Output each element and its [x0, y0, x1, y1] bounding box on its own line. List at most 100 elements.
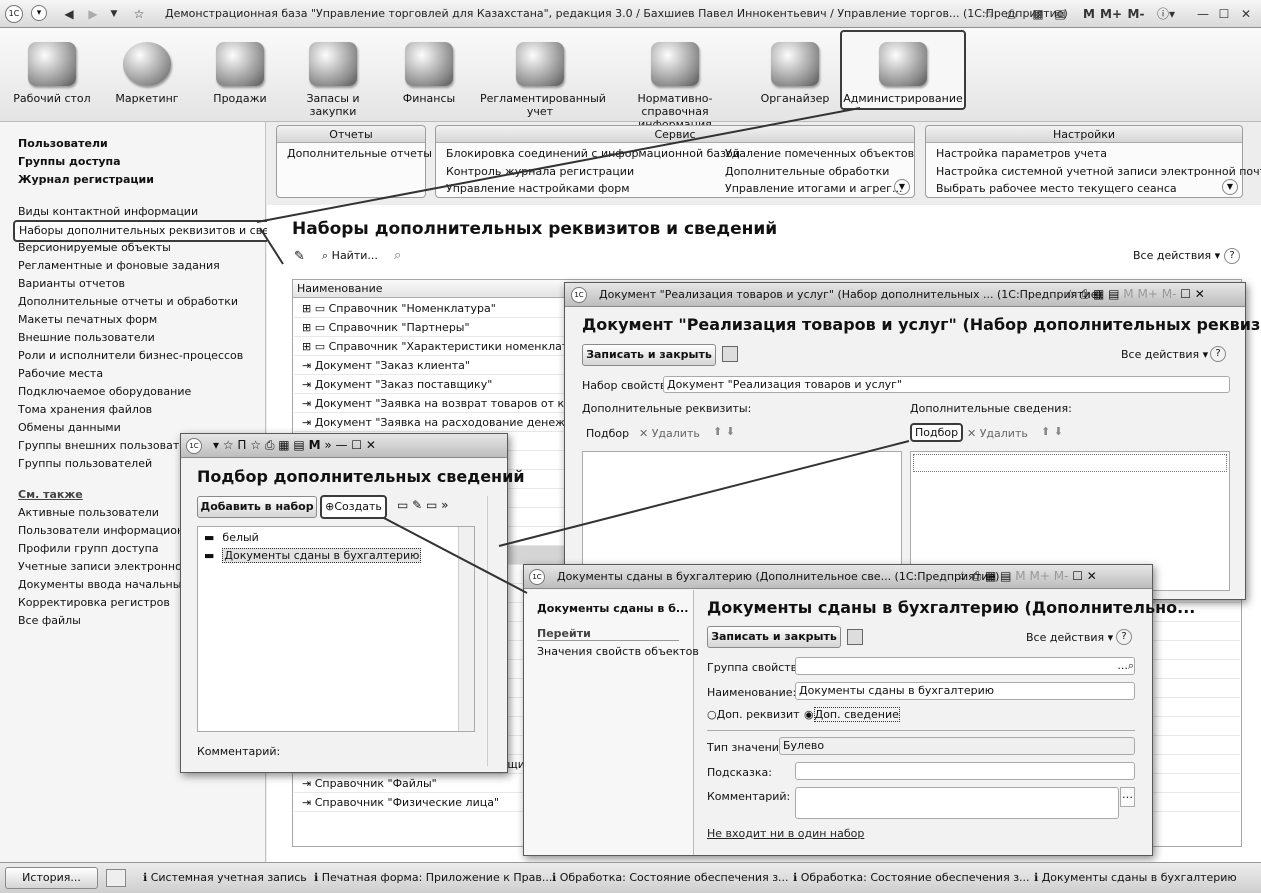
- not-in-set-link[interactable]: Не входит ни в один набор: [707, 827, 864, 840]
- expand-icon[interactable]: ▼: [1222, 179, 1238, 195]
- scroll-area[interactable]: [487, 496, 499, 766]
- forward-icon[interactable]: ▶: [84, 4, 102, 24]
- panel-link[interactable]: Управление итогами и агрег...: [725, 182, 902, 195]
- window-controls[interactable]: ▾ ☆ П ☆ ⎙ ▦ ▤ M » — ☐ ✕: [213, 438, 376, 453]
- panel-link[interactable]: Блокировка соединений с информационной б…: [446, 147, 740, 160]
- taskbar-item[interactable]: ℹ Документы сданы в бухгалтерию: [1034, 871, 1237, 884]
- nav-item[interactable]: Варианты отчетов: [18, 275, 125, 293]
- comment-expand-button[interactable]: …: [1120, 787, 1135, 807]
- list-item-selected[interactable]: ▬ Документы сданы в бухгалтерию: [204, 548, 422, 563]
- find-button[interactable]: ⌕ Найти...: [322, 249, 378, 263]
- help-icon[interactable]: ?: [1210, 346, 1226, 362]
- toolbar-icons[interactable]: ▭ ✎ ▭ »: [397, 498, 449, 512]
- nav-item[interactable]: Роли и исполнители бизнес-процессов: [18, 347, 243, 365]
- memory-mminus-button[interactable]: M-: [1125, 4, 1147, 24]
- scrollbar[interactable]: [458, 527, 474, 731]
- pick-button[interactable]: Подбор: [586, 427, 629, 440]
- memory-mplus-button[interactable]: M+: [1100, 4, 1122, 24]
- all-actions-button[interactable]: Все действия ▾: [1026, 631, 1113, 644]
- help-icon[interactable]: ?: [1224, 248, 1240, 264]
- see-also-item[interactable]: Пользователи информационной: [18, 522, 205, 540]
- group-field[interactable]: ...⌕: [795, 657, 1135, 675]
- nav-item[interactable]: Тома хранения файлов: [18, 401, 152, 419]
- taskbar-item[interactable]: ℹ Обработка: Состояние обеспечения з...: [552, 871, 789, 884]
- nav-item[interactable]: Группы пользователей: [18, 455, 152, 473]
- section-stock[interactable]: Запасы и закупки: [288, 42, 378, 118]
- comment-field[interactable]: [795, 787, 1119, 819]
- nav-access-groups[interactable]: Группы доступа: [18, 153, 121, 171]
- nav-item[interactable]: Группы внешних пользователей: [18, 437, 207, 455]
- section-regulated[interactable]: Регламентированный учет: [480, 42, 606, 118]
- nav-users[interactable]: Пользователи: [18, 135, 108, 153]
- nav-item[interactable]: Дополнительные отчеты и обработки: [18, 293, 238, 311]
- move-up-icon[interactable]: ⬆ ⬇: [713, 425, 735, 438]
- back-icon[interactable]: ◀: [60, 4, 78, 24]
- section-desktop[interactable]: Рабочий стол: [7, 42, 97, 105]
- taskbar-item[interactable]: ℹ Обработка: Состояние обеспечения з...: [793, 871, 1030, 884]
- calculator-icon[interactable]: ▦: [1030, 4, 1046, 24]
- favorites-star-icon[interactable]: ☆: [130, 4, 148, 24]
- nav-link[interactable]: Значения свойств объектов: [537, 645, 699, 658]
- nav-item[interactable]: Версионируемые объекты: [18, 239, 171, 257]
- delete-button[interactable]: ✕ Удалить: [967, 427, 1028, 440]
- see-also-item[interactable]: Профили групп доступа: [18, 540, 159, 558]
- radio-requisite[interactable]: ○Доп. реквизит: [707, 708, 800, 721]
- window-controls[interactable]: ☆ ⎙ ▦ ▤ M M+ M- ☐ ✕: [957, 569, 1097, 584]
- close-icon[interactable]: ✕: [1238, 4, 1254, 24]
- history-button[interactable]: История...: [5, 867, 98, 889]
- minimize-icon[interactable]: —: [1195, 4, 1211, 24]
- save-close-button[interactable]: Записать и закрыть: [582, 344, 716, 366]
- see-also-item[interactable]: Корректировка регистров: [18, 594, 170, 612]
- nav-title[interactable]: Документы сданы в б...: [537, 602, 688, 615]
- windows-icon[interactable]: [106, 869, 126, 887]
- see-also-item[interactable]: Активные пользователи: [18, 504, 159, 522]
- nav-item[interactable]: Макеты печатных форм: [18, 311, 157, 329]
- info-icon[interactable]: ⓘ▾: [1155, 4, 1177, 24]
- set-field[interactable]: Документ "Реализация товаров и услуг": [663, 376, 1230, 393]
- nav-item[interactable]: Внешние пользователи: [18, 329, 155, 347]
- all-actions-button[interactable]: Все действия ▾: [1121, 348, 1208, 361]
- name-field[interactable]: Документы сданы в бухгалтерию: [795, 682, 1135, 700]
- radio-info[interactable]: ◉Доп. сведение: [804, 707, 900, 722]
- main-menu-icon[interactable]: ▾: [31, 5, 47, 21]
- panel-link[interactable]: Настройка системной учетной записи элект…: [936, 165, 1261, 178]
- pick-info-button[interactable]: Подбор: [910, 423, 964, 442]
- nav-item[interactable]: Регламентные и фоновые задания: [18, 257, 220, 275]
- see-also-item[interactable]: Учетные записи электронной п: [18, 558, 200, 576]
- panel-link[interactable]: Дополнительные обработки: [725, 165, 889, 178]
- edit-icon[interactable]: ✎: [294, 249, 305, 264]
- delete-button[interactable]: ✕ Удалить: [639, 427, 700, 440]
- save-icon[interactable]: [722, 346, 738, 362]
- section-marketing[interactable]: Маркетинг: [102, 42, 192, 105]
- calendar-icon[interactable]: ▤: [1052, 4, 1068, 24]
- taskbar-item[interactable]: ℹ Системная учетная запись: [143, 871, 307, 884]
- add-favorite-icon[interactable]: ☆: [980, 4, 998, 24]
- see-also-item[interactable]: Документы ввода начальных ос: [18, 576, 204, 594]
- section-organizer[interactable]: Органайзер: [750, 42, 840, 105]
- save-close-button[interactable]: Записать и закрыть: [707, 626, 841, 648]
- nav-item[interactable]: Обмены данными: [18, 419, 121, 437]
- memory-m-button[interactable]: M: [1082, 4, 1096, 24]
- app-logo-icon[interactable]: 1С: [5, 5, 23, 23]
- nav-item[interactable]: Рабочие места: [18, 365, 103, 383]
- save-icon[interactable]: [847, 629, 863, 645]
- panel-link[interactable]: Контроль журнала регистрации: [446, 165, 634, 178]
- all-actions-button[interactable]: Все действия ▾: [1133, 249, 1220, 262]
- panel-link[interactable]: Выбрать рабочее место текущего сеанса: [936, 182, 1177, 195]
- add-to-set-button[interactable]: Добавить в набор: [197, 496, 317, 518]
- section-finance[interactable]: Финансы: [384, 42, 474, 105]
- list-item[interactable]: ▬ белый: [204, 531, 259, 544]
- type-field[interactable]: Булево: [779, 737, 1135, 755]
- taskbar-item[interactable]: ℹ Печатная форма: Приложение к Прав...: [314, 871, 552, 884]
- section-administration[interactable]: Администрирование: [840, 30, 966, 110]
- window-controls[interactable]: ☆ ⎙ ▦ ▤ M M+ M- ☐ ✕: [1065, 287, 1205, 302]
- move-up-icon[interactable]: ⬆ ⬇: [1041, 425, 1063, 438]
- section-reference[interactable]: Нормативно-справочная информация: [610, 42, 740, 131]
- nav-item[interactable]: Виды контактной информации: [18, 203, 198, 221]
- panel-link[interactable]: Удаление помеченных объектов: [725, 147, 914, 160]
- maximize-icon[interactable]: ☐: [1216, 4, 1232, 24]
- help-icon[interactable]: ?: [1116, 629, 1132, 645]
- panel-link[interactable]: Управление настройками форм: [446, 182, 630, 195]
- section-sales[interactable]: Продажи: [195, 42, 285, 105]
- nav-item[interactable]: Подключаемое оборудование: [18, 383, 191, 401]
